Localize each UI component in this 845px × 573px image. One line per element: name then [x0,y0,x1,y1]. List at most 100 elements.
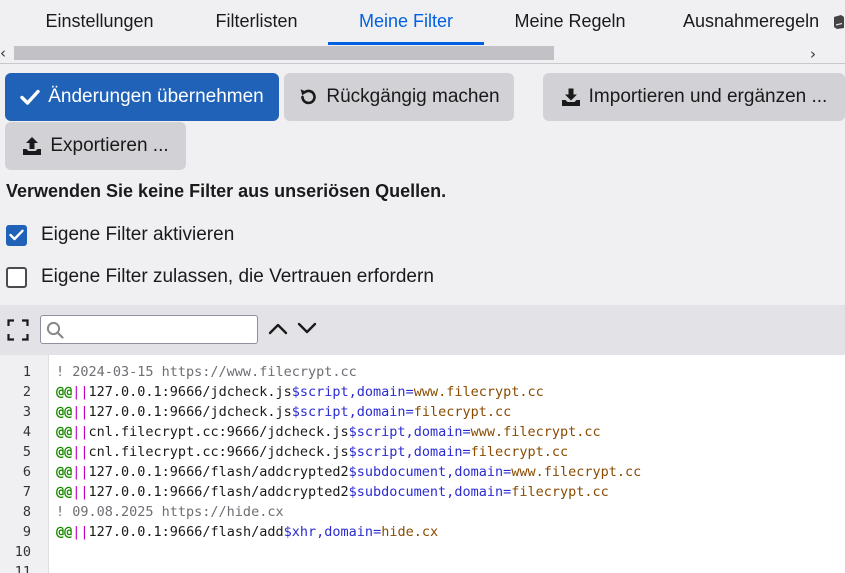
enable-custom-filters-label: Eigene Filter aktivieren [41,224,235,245]
exception-marker: @@ [56,424,73,440]
exception-marker: @@ [56,484,73,500]
search-input[interactable] [67,318,255,341]
line-number: 11 [14,564,31,573]
option-value: www.filecrypt.cc [470,424,601,440]
exception-marker: @@ [56,384,73,400]
apply-changes-label: Änderungen übernehmen [48,86,264,107]
line-number: 10 [14,544,31,560]
option-comma: , [405,444,414,460]
search-icon [46,321,64,339]
option-value: filecrypt.cc [470,444,569,460]
option-separator: $ [348,424,357,440]
line-number: 5 [22,444,31,460]
option-value: filecrypt.cc [511,484,609,500]
untrusted-sources-notice: Verwenden Sie keine Filter aus unseriöse… [6,181,447,201]
filter-pattern: 127.0.0.1:9666/flash/addcrypted2 [88,484,349,500]
chevron-up-icon[interactable] [268,321,288,335]
option-keyword: xhr [291,524,317,540]
option-separator: $ [348,484,357,500]
apply-changes-button[interactable]: Änderungen übernehmen [5,73,279,121]
book-icon [834,15,844,29]
filter-pattern: 127.0.0.1:9666/flash/add [88,524,284,540]
filter-pattern: 127.0.0.1:9666/jdcheck.js [88,384,292,400]
option-value: www.filecrypt.cc [413,384,544,400]
option-equals: = [503,484,512,500]
fullscreen-icon[interactable] [7,319,29,341]
import-append-button[interactable]: Importieren und ergänzen ... [543,73,845,121]
option-separator: $ [283,524,292,540]
filter-editor[interactable]: 1 2 3 4 5 6 7 8 9 10 11 ! 2024-03-15 htt… [0,355,845,573]
option-keyword: script [299,384,349,400]
trusted-custom-filters-label: Eigene Filter zulassen, die Vertrauen er… [41,266,434,287]
tab-filter-lists[interactable]: Filterlisten [185,0,328,46]
tab-settings[interactable]: Einstellungen [22,0,177,46]
option-keyword: domain [413,444,463,460]
line-number-gutter: 1 2 3 4 5 6 7 8 9 10 11 [0,355,49,573]
option-value: filecrypt.cc [413,404,512,420]
code-line: ! 2024-03-15 https://www.filecrypt.cc [56,362,357,382]
filter-comment: ! 09.08.2025 https://hide.cx [56,504,284,520]
trusted-custom-filters-option[interactable]: Eigene Filter zulassen, die Vertrauen er… [6,265,434,289]
enable-custom-filters-option[interactable]: Eigene Filter aktivieren [6,223,234,247]
option-keyword: domain [356,404,406,420]
option-keyword: domain [454,464,504,480]
option-equals: = [405,404,414,420]
option-separator: $ [291,384,300,400]
option-keyword: domain [454,484,504,500]
tab-scrollbar[interactable]: ‹ › [0,44,845,64]
anchor-marker: || [72,404,89,420]
revert-label: Rückgängig machen [326,86,500,107]
filter-pattern: cnl.filecrypt.cc:9666/jdcheck.js [88,424,349,440]
line-number: 9 [22,524,31,540]
anchor-marker: || [72,464,89,480]
option-keyword: script [299,404,349,420]
exception-marker: @@ [56,464,73,480]
option-equals: = [405,384,414,400]
tab-bar: Einstellungen Filterlisten Meine Filter … [0,0,845,46]
code-line: @@||127.0.0.1:9666/jdcheck.js$script,dom… [56,402,511,422]
trusted-custom-filters-checkbox[interactable] [6,266,27,288]
scroll-left-arrow[interactable]: ‹ [0,44,6,62]
code-line: @@||127.0.0.1:9666/flash/addcrypted2$sub… [56,462,641,482]
line-number: 4 [22,424,31,440]
exception-marker: @@ [56,524,73,540]
export-button[interactable]: Exportieren ... [5,122,186,170]
anchor-marker: || [72,524,89,540]
scroll-right-arrow[interactable]: › [810,45,816,63]
search-box[interactable] [40,315,258,344]
chevron-down-icon[interactable] [297,321,317,335]
undo-icon [300,89,317,105]
option-keyword: domain [356,384,406,400]
export-label: Exportieren ... [50,135,169,156]
exception-marker: @@ [56,444,73,460]
code-line: ! 09.08.2025 https://hide.cx [56,502,284,522]
line-number: 1 [22,364,31,380]
code-line: @@||cnl.filecrypt.cc:9666/jdcheck.js$scr… [56,422,601,442]
filter-pattern: 127.0.0.1:9666/jdcheck.js [88,404,292,420]
anchor-marker: || [72,484,89,500]
anchor-marker: || [72,424,89,440]
option-separator: $ [348,444,357,460]
option-keyword: subdocument [356,464,447,480]
option-equals: = [373,524,382,540]
code-line: @@||cnl.filecrypt.cc:9666/jdcheck.js$scr… [56,442,568,462]
option-separator: $ [348,464,357,480]
revert-button[interactable]: Rückgängig machen [284,73,514,121]
line-number: 3 [22,404,31,420]
tab-trusted-sites[interactable]: Ausnahmeregeln [664,0,844,46]
filter-pattern: 127.0.0.1:9666/flash/addcrypted2 [88,464,349,480]
option-comma: , [348,384,357,400]
filter-pattern: cnl.filecrypt.cc:9666/jdcheck.js [88,444,349,460]
option-comma: , [405,424,414,440]
scrollbar-thumb[interactable] [14,46,554,60]
enable-custom-filters-checkbox[interactable] [6,224,27,246]
exception-marker: @@ [56,404,73,420]
import-append-label: Importieren und ergänzen ... [588,86,828,107]
tab-my-filters[interactable]: Meine Filter [328,0,484,46]
tab-my-rules[interactable]: Meine Regeln [490,0,650,46]
upload-tray-icon [23,137,42,155]
option-keyword: domain [324,524,374,540]
filter-comment: ! 2024-03-15 https://www.filecrypt.cc [56,364,357,380]
line-number: 6 [22,464,31,480]
option-separator: $ [291,404,300,420]
